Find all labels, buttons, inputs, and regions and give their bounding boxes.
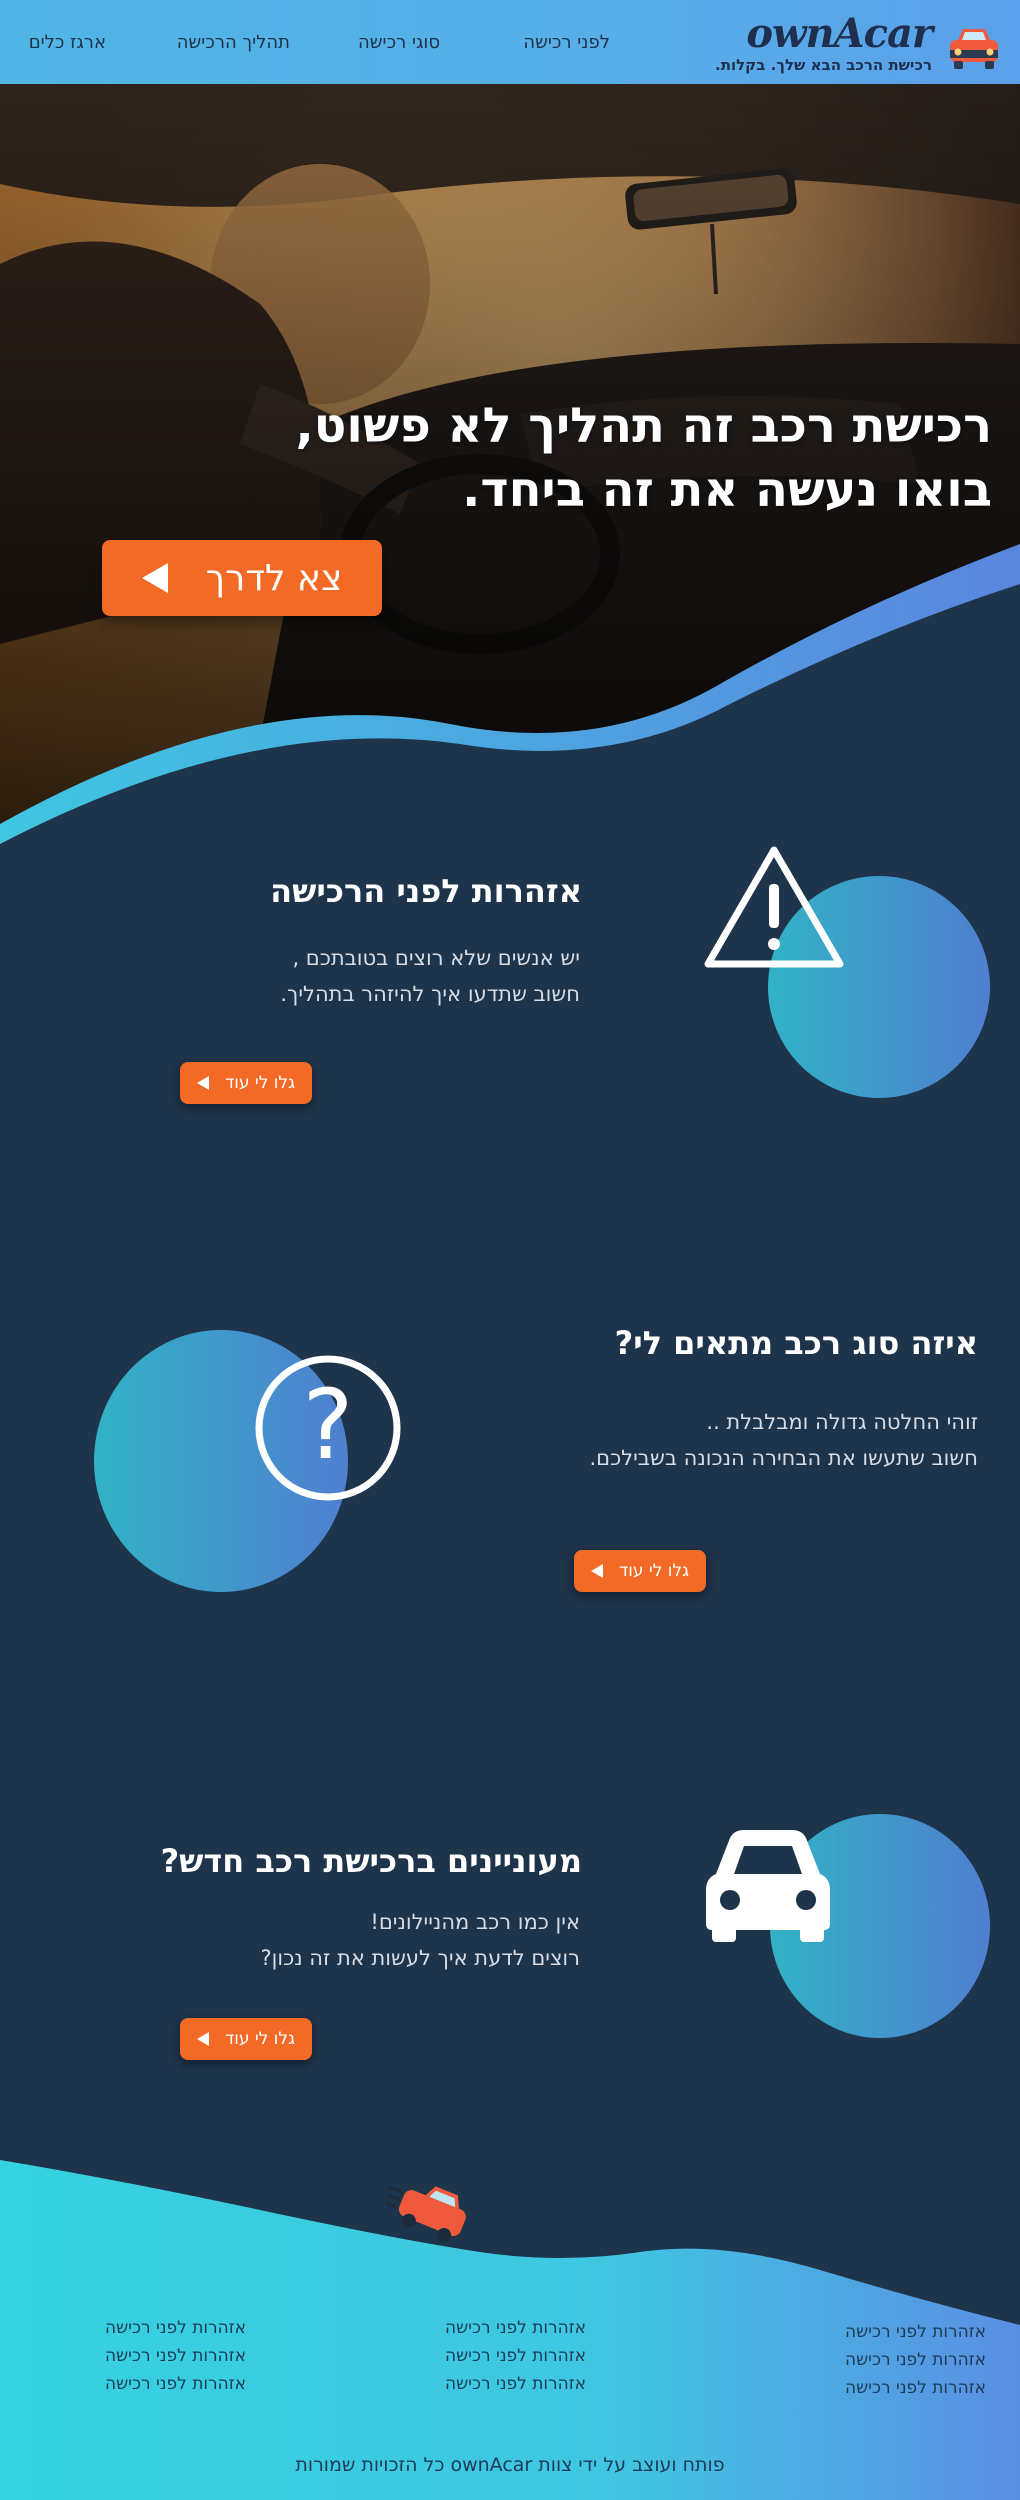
- get-started-label: צא לדרך: [205, 557, 343, 599]
- footer-link[interactable]: אזהרות לפני רכישה: [786, 2318, 986, 2346]
- footer-link[interactable]: אזהרות לפני רכישה: [46, 2342, 246, 2370]
- footer-column-3: אזהרות לפני רכישה אזהרות לפני רכישה אזהר…: [46, 2314, 246, 2398]
- more-button-label: גלו לי עוד: [224, 1073, 296, 1093]
- footer-column-1: אזהרות לפני רכישה אזהרות לפני רכישה אזהר…: [786, 2318, 986, 2402]
- new-car-text-line2: רוצים לדעת איך לעשות את זה נכון?: [260, 1946, 581, 1970]
- car-type-text: זוהי החלטה גדולה ומבלבלת .. חשוב שתעשו א…: [589, 1404, 978, 1476]
- new-car-title: מעוניינים ברכישת רכב חדש?: [160, 1842, 582, 1880]
- footer-link[interactable]: אזהרות לפני רכישה: [46, 2314, 246, 2342]
- get-started-button[interactable]: צא לדרך: [102, 540, 382, 616]
- more-button-label: גלו לי עוד: [224, 2029, 296, 2049]
- play-arrow-icon: [141, 563, 168, 593]
- play-arrow-icon: [196, 1076, 209, 1090]
- warnings-text-line1: יש אנשים שלא רוצים בטובתכם ,: [292, 946, 580, 970]
- logo-tagline: רכישת הרכב הבא שלך. בקלות.: [715, 56, 932, 74]
- svg-text:?: ?: [303, 1369, 354, 1481]
- footer-link[interactable]: אזהרות לפני רכישה: [786, 2346, 986, 2374]
- hero-title-line2: בואו נעשה את זה ביחד.: [462, 462, 992, 518]
- car-type-text-line2: חשוב שתעשו את הבחירה הנכונה בשבילכם.: [589, 1446, 978, 1470]
- new-car-more-button[interactable]: גלו לי עוד: [180, 2018, 312, 2060]
- footer-link[interactable]: אזהרות לפני רכישה: [46, 2370, 246, 2398]
- question-mark-icon: ?: [255, 1355, 401, 1501]
- play-arrow-icon: [196, 2032, 209, 2046]
- warnings-title: אזהרות לפני הרכישה: [270, 872, 582, 910]
- new-car-section: מעוניינים ברכישת רכב חדש? אין כמו רכב מה…: [0, 1800, 1020, 2120]
- new-car-text: אין כמו רכב מהניילונים! רוצים לדעת איך ל…: [261, 1904, 581, 1976]
- flying-car-icon: [385, 2185, 466, 2243]
- logo[interactable]: ownAcar רכישת הרכב הבא שלך. בקלות.: [702, 10, 1002, 76]
- footer-link[interactable]: אזהרות לפני רכישה: [386, 2314, 586, 2342]
- car-type-section: ? איזה סוג רכב מתאים לי? זוהי החלטה גדול…: [0, 1300, 1020, 1720]
- hero-title: רכישת רכב זה תהליך לא פשוט, בואו נעשה את…: [232, 394, 992, 522]
- play-arrow-icon: [590, 1564, 603, 1578]
- nav-toolbox[interactable]: ארגז כלים: [29, 32, 106, 53]
- copyright-text: פותח ועוצב על ידי צוות ownAcar כל הזכויו…: [295, 2454, 725, 2476]
- warnings-section: אזהרות לפני הרכישה יש אנשים שלא רוצים בט…: [0, 844, 1020, 1264]
- car-icon: [706, 1830, 830, 1942]
- car-type-more-button[interactable]: גלו לי עוד: [574, 1550, 706, 1592]
- main-nav: לפני רכישה סוגי רכישה תהליך הרכישה ארגז …: [0, 0, 640, 84]
- warnings-more-button[interactable]: גלו לי עוד: [180, 1062, 312, 1104]
- logo-text: ownAcar: [746, 10, 933, 57]
- footer-link[interactable]: אזהרות לפני רכישה: [386, 2370, 586, 2398]
- warnings-text: יש אנשים שלא רוצים בטובתכם , חשוב שתדעו …: [280, 940, 580, 1012]
- new-car-text-line1: אין כמו רכב מהניילונים!: [370, 1910, 580, 1934]
- nav-purchase-process[interactable]: תהליך הרכישה: [177, 32, 290, 53]
- site-header: ownAcar רכישת הרכב הבא שלך. בקלות. לפני …: [0, 0, 1020, 84]
- hero-section: רכישת רכב זה תהליך לא פשוט, בואו נעשה את…: [0, 84, 1020, 844]
- car-logo-icon: [950, 29, 998, 69]
- footer-link[interactable]: אזהרות לפני רכישה: [386, 2342, 586, 2370]
- warnings-text-line2: חשוב שתדעו איך להיזהר בתהליך.: [280, 982, 580, 1006]
- site-footer: אזהרות לפני רכישה אזהרות לפני רכישה אזהר…: [0, 2140, 1020, 2500]
- car-type-text-line1: זוהי החלטה גדולה ומבלבלת ..: [706, 1410, 978, 1434]
- nav-before-purchase[interactable]: לפני רכישה: [523, 32, 610, 53]
- nav-purchase-types[interactable]: סוגי רכישה: [358, 32, 440, 53]
- hero-title-line1: רכישת רכב זה תהליך לא פשוט,: [295, 398, 992, 454]
- footer-link[interactable]: אזהרות לפני רכישה: [786, 2374, 986, 2402]
- footer-column-2: אזהרות לפני רכישה אזהרות לפני רכישה אזהר…: [386, 2314, 586, 2398]
- warning-icon: [704, 846, 844, 968]
- car-type-title: איזה סוג רכב מתאים לי?: [614, 1324, 978, 1362]
- more-button-label: גלו לי עוד: [618, 1561, 690, 1581]
